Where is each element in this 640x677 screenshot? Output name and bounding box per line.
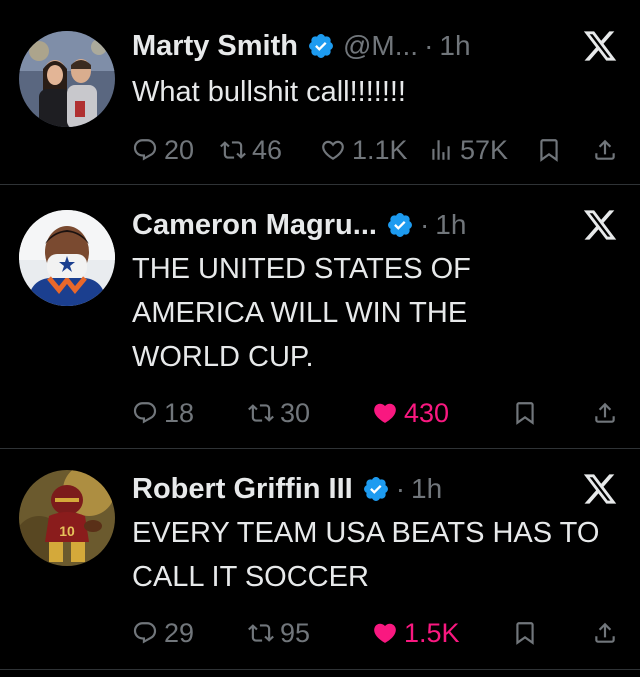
bookmark-button[interactable] xyxy=(512,395,538,431)
bookmark-icon xyxy=(540,139,558,162)
tweet-text: EVERY TEAM USA BEATS HAS TO CALL IT SOCC… xyxy=(132,517,600,593)
repost-icon xyxy=(220,141,246,159)
repost-count: 95 xyxy=(280,617,311,648)
divider xyxy=(0,669,640,670)
views-count: 57K xyxy=(460,134,509,165)
tweet-text: What bullshit call!!!!!!! xyxy=(132,76,406,108)
timestamp[interactable]: 1h xyxy=(435,209,466,241)
repost-count: 46 xyxy=(252,134,283,165)
separator-dot: · xyxy=(395,473,406,504)
share-icon xyxy=(595,622,615,643)
repost-button[interactable]: 30 xyxy=(248,395,310,431)
tweet-1[interactable]: Marty Smith @M... · 1h What bullshit cal… xyxy=(0,0,640,184)
views-icon xyxy=(432,140,450,160)
reply-icon xyxy=(133,402,157,424)
reply-button[interactable]: 29 xyxy=(132,615,194,651)
bookmark-icon xyxy=(516,622,534,645)
bookmark-button[interactable] xyxy=(512,615,538,651)
separator-dot: · xyxy=(419,209,430,240)
like-count: 1.5K xyxy=(404,617,460,648)
like-icon xyxy=(374,623,396,643)
tweet-header: Marty Smith @M... · 1h xyxy=(132,26,471,66)
separator-dot: · xyxy=(424,30,434,61)
verified-badge-icon xyxy=(309,34,333,58)
reply-count: 29 xyxy=(164,617,195,648)
avatar-robert-griffin-iii[interactable]: 10 xyxy=(19,470,115,566)
like-count: 1.1K xyxy=(352,134,408,165)
repost-button[interactable]: 46 xyxy=(220,132,282,168)
tweet-text: THE UNITED STATES OF AMERICA WILL WIN TH… xyxy=(132,253,471,373)
repost-icon xyxy=(248,624,274,642)
verified-badge-icon xyxy=(363,477,388,501)
repost-button[interactable]: 95 xyxy=(248,615,310,651)
reply-count: 20 xyxy=(164,134,195,165)
author-name[interactable]: Marty Smith xyxy=(132,30,298,63)
like-button[interactable]: 1.1K xyxy=(320,132,408,168)
like-icon xyxy=(374,403,396,423)
like-icon xyxy=(322,140,344,160)
views-button[interactable]: 57K xyxy=(428,132,508,168)
repost-icon xyxy=(248,404,274,422)
reply-button[interactable]: 20 xyxy=(132,132,194,168)
x-logo-icon xyxy=(583,210,617,240)
tweet-2[interactable]: Cameron Magru... · 1h THE UNITED STATES … xyxy=(0,185,640,448)
timestamp[interactable]: 1h xyxy=(411,473,442,505)
timestamp[interactable]: 1h xyxy=(439,30,470,62)
share-button[interactable] xyxy=(592,132,618,168)
reply-icon xyxy=(133,622,157,644)
avatar-marty-smith[interactable] xyxy=(19,31,115,127)
x-logo-icon xyxy=(583,474,617,504)
tweet-header: Robert Griffin III · 1h xyxy=(132,469,442,509)
reply-icon xyxy=(133,139,157,161)
author-name[interactable]: Cameron Magru... xyxy=(132,209,377,242)
verified-badge-icon xyxy=(387,213,412,237)
svg-text:10: 10 xyxy=(59,523,75,539)
bookmark-icon xyxy=(516,402,534,425)
action-bar: 29 95 1.5K xyxy=(132,615,622,651)
author-name[interactable]: Robert Griffin III xyxy=(132,473,353,506)
avatar-cameron-magruder[interactable] xyxy=(19,210,115,306)
share-button[interactable] xyxy=(592,615,618,651)
reply-count: 18 xyxy=(164,397,195,428)
action-bar: 20 46 1.1K 57K xyxy=(132,132,622,168)
like-button[interactable]: 1.5K xyxy=(372,615,460,651)
action-bar: 18 30 430 xyxy=(132,395,622,431)
share-button[interactable] xyxy=(592,395,618,431)
share-icon xyxy=(595,139,615,160)
repost-count: 30 xyxy=(280,397,311,428)
like-count: 430 xyxy=(404,397,450,428)
bookmark-button[interactable] xyxy=(536,132,562,168)
reply-button[interactable]: 18 xyxy=(132,395,194,431)
author-handle[interactable]: @M... xyxy=(343,30,418,62)
x-logo-icon xyxy=(583,31,617,61)
tweet-header: Cameron Magru... · 1h xyxy=(132,205,466,245)
share-icon xyxy=(595,402,615,423)
tweet-3[interactable]: 10 Robert Griffin III · 1h EVERY TEAM US… xyxy=(0,449,640,669)
like-button[interactable]: 430 xyxy=(372,395,449,431)
